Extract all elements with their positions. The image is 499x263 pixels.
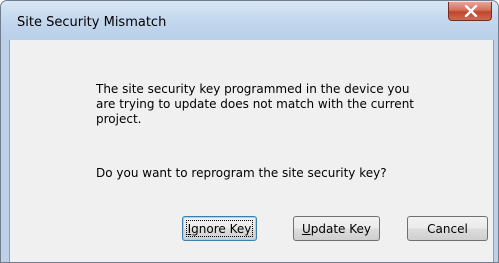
focus-rectangle [186, 220, 253, 237]
title-bar[interactable]: Site Security Mismatch [1, 1, 498, 41]
window-title: Site Security Mismatch [17, 15, 167, 30]
cancel-label: Cancel [427, 221, 468, 236]
cancel-button[interactable]: Cancel [407, 216, 488, 241]
dialog-message: The site security key programmed in the … [96, 82, 414, 126]
update-key-button[interactable]: Update Key [293, 216, 380, 241]
dialog-window: Site Security Mismatch The site security… [0, 0, 499, 263]
ignore-key-button[interactable]: Ignore Key [182, 216, 257, 241]
close-x-icon [464, 5, 478, 17]
update-key-label: Update Key [301, 221, 372, 236]
dialog-question: Do you want to reprogram the site securi… [96, 166, 387, 180]
dialog-body: The site security key programmed in the … [9, 40, 494, 262]
close-button[interactable] [448, 2, 492, 21]
